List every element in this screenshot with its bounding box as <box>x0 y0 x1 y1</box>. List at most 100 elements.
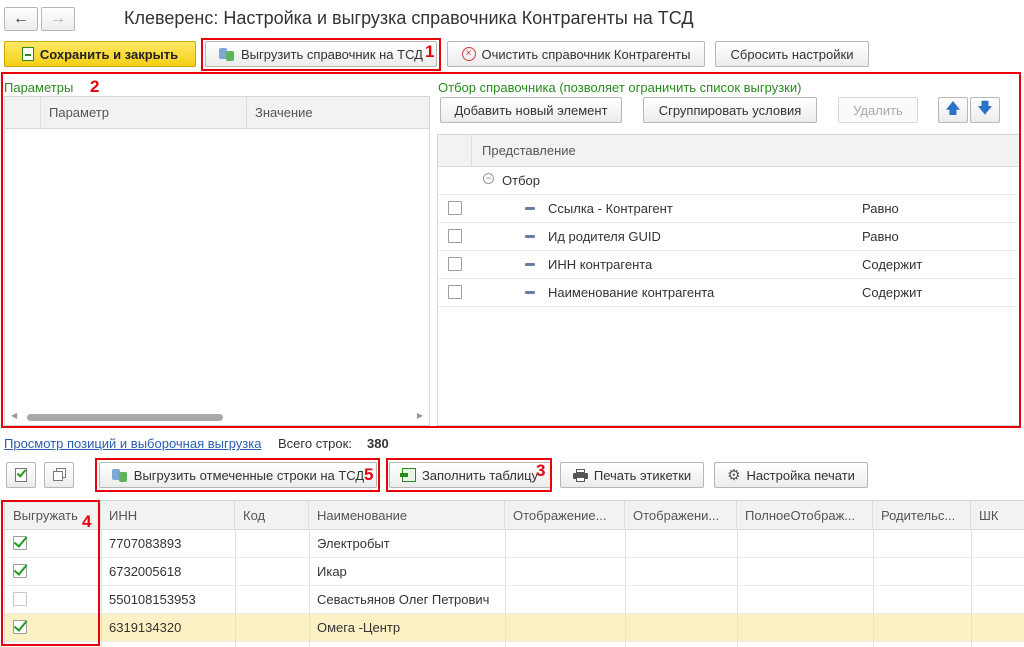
row-inn: 6319134320 <box>109 620 182 635</box>
table-row[interactable]: 7707083893 Электробыт <box>5 530 1024 558</box>
filter-grid-col-check <box>438 135 472 166</box>
filter-row-condition: Равно <box>862 201 899 216</box>
contractors-table: Выгружать ИНН Код Наименование Отображен… <box>4 500 1024 647</box>
filter-row[interactable]: ИНН контрагента Содержит <box>438 251 1020 279</box>
filter-row-field: Ссылка - Контрагент <box>548 201 673 216</box>
contractors-table-header: Выгружать ИНН Код Наименование Отображен… <box>5 501 1024 530</box>
row-name: Севастьянов Олег Петрович <box>317 592 490 607</box>
row-name: Электробыт <box>317 536 390 551</box>
upload-marked-rows-label: Выгрузить отмеченные строки на ТСД <box>133 467 365 483</box>
move-down-button[interactable]: 🡇 <box>970 97 1000 123</box>
add-element-button[interactable]: Добавить новый элемент <box>440 97 622 123</box>
scroll-right-icon: ▶ <box>416 411 423 420</box>
upload-checkbox[interactable] <box>13 564 27 578</box>
forward-button[interactable]: → <box>41 7 75 31</box>
col-barcode[interactable]: ШК <box>971 501 1024 529</box>
print-settings-button[interactable]: ⚙ Настройка печати <box>714 462 868 488</box>
col-code[interactable]: Код <box>235 501 309 529</box>
save-document-icon <box>21 47 34 61</box>
save-and-close-button[interactable]: Сохранить и закрыть <box>4 41 196 67</box>
params-horizontal-scrollbar[interactable]: ◀ ▶ <box>11 411 423 423</box>
filter-row-field: Наименование контрагента <box>548 285 715 300</box>
params-grid: Параметр Значение ◀ ▶ <box>4 96 430 426</box>
field-dash-icon <box>525 235 535 238</box>
delete-label: Удалить <box>853 102 903 118</box>
scroll-thumb[interactable] <box>27 414 223 421</box>
upload-checkbox[interactable] <box>13 592 27 606</box>
filter-title: Отбор справочника (позволяет ограничить … <box>438 80 802 95</box>
move-up-button[interactable]: 🡅 <box>938 97 968 123</box>
filter-row[interactable]: Наименование контрагента Содержит <box>438 279 1020 307</box>
window-title: Клеверенс: Настройка и выгрузка справочн… <box>124 8 694 28</box>
params-col-value[interactable]: Значение <box>247 97 429 128</box>
reset-settings-button[interactable]: Сбросить настройки <box>715 41 869 67</box>
row-inn: 550108153953 <box>109 592 196 607</box>
filter-root-label: Отбор <box>502 173 540 188</box>
upload-checkbox[interactable] <box>13 620 27 634</box>
filter-row-condition: Равно <box>862 229 899 244</box>
filter-grid: Представление − Отбор Ссылка - Контраген… <box>437 134 1020 426</box>
annotation-number-3: 3 <box>536 461 546 480</box>
upload-marked-rows-button[interactable]: Выгрузить отмеченные строки на ТСД <box>99 462 377 488</box>
col-display-2[interactable]: Отображени... <box>625 501 737 529</box>
arrow-left-icon: ← <box>13 10 29 27</box>
filter-row-checkbox[interactable] <box>448 257 462 271</box>
clear-catalog-button[interactable]: × Очистить справочник Контрагенты <box>447 41 705 67</box>
group-conditions-button[interactable]: Сгруппировать условия <box>643 97 817 123</box>
filter-row-checkbox[interactable] <box>448 285 462 299</box>
col-parent[interactable]: Родительс... <box>873 501 971 529</box>
col-inn[interactable]: ИНН <box>101 501 235 529</box>
total-rows-value: 380 <box>367 436 389 451</box>
filter-row[interactable]: Ссылка - Контрагент Равно <box>438 195 1020 223</box>
filter-row-condition: Содержит <box>862 257 923 272</box>
filter-row[interactable]: Ид родителя GUID Равно <box>438 223 1020 251</box>
col-display-1[interactable]: Отображение... <box>505 501 625 529</box>
table-col-divider <box>505 530 506 647</box>
params-grid-col-marker <box>5 97 41 128</box>
filter-row-checkbox[interactable] <box>448 201 462 215</box>
fill-table-label: Заполнить таблицу <box>421 467 539 483</box>
upload-catalog-button[interactable]: Выгрузить справочник на ТСД <box>205 41 437 67</box>
annotation-number-4: 4 <box>82 512 92 531</box>
col-name[interactable]: Наименование <box>309 501 505 529</box>
preview-link[interactable]: Просмотр позиций и выборочная выгрузка <box>4 436 261 451</box>
check-all-icon <box>15 467 27 482</box>
total-rows-label: Всего строк: <box>278 436 352 451</box>
print-labels-button[interactable]: Печать этикетки <box>560 462 704 488</box>
upload-catalog-label: Выгрузить справочник на ТСД <box>241 46 423 62</box>
collapse-minus-icon[interactable]: − <box>483 173 494 184</box>
filter-row-condition: Содержит <box>862 285 923 300</box>
upload-checkbox[interactable] <box>13 536 27 550</box>
table-col-divider <box>737 530 738 647</box>
upload-db-icon <box>219 46 235 62</box>
printer-icon <box>572 468 588 482</box>
add-element-label: Добавить новый элемент <box>454 102 608 118</box>
row-inn: 6732005618 <box>109 564 182 579</box>
table-row[interactable]: 550108153953 Севастьянов Олег Петрович <box>5 586 1024 614</box>
params-col-parameter[interactable]: Параметр <box>41 97 247 128</box>
arrow-right-icon: → <box>50 10 66 27</box>
filter-col-representation[interactable]: Представление <box>472 135 1020 166</box>
uncheck-all-button[interactable] <box>44 462 74 488</box>
back-button[interactable]: ← <box>4 7 38 31</box>
table-col-divider <box>101 530 102 647</box>
table-col-divider <box>309 530 310 647</box>
row-name: Омега -Центр <box>317 620 401 635</box>
fill-table-button[interactable]: Заполнить таблицу <box>389 462 551 488</box>
fill-table-icon <box>399 468 416 482</box>
gear-icon: ⚙ <box>727 467 741 484</box>
col-full-display[interactable]: ПолноеОтображ... <box>737 501 873 529</box>
clear-catalog-label: Очистить справочник Контрагенты <box>481 46 691 62</box>
arrow-up-icon: 🡅 <box>945 99 961 117</box>
filter-row-checkbox[interactable] <box>448 229 462 243</box>
uncheck-all-icon <box>53 468 66 482</box>
table-row[interactable]: 6732005618 Икар <box>5 558 1024 586</box>
filter-root-row[interactable]: − Отбор <box>438 167 1020 195</box>
field-dash-icon <box>525 263 535 266</box>
delete-button[interactable]: Удалить <box>838 97 918 123</box>
params-title: Параметры <box>4 80 74 95</box>
check-all-button[interactable] <box>6 462 36 488</box>
table-row-selected[interactable]: 6319134320 Омега -Центр <box>5 614 1024 642</box>
filter-row-field: ИНН контрагента <box>548 257 653 272</box>
print-settings-label: Настройка печати <box>746 467 855 483</box>
